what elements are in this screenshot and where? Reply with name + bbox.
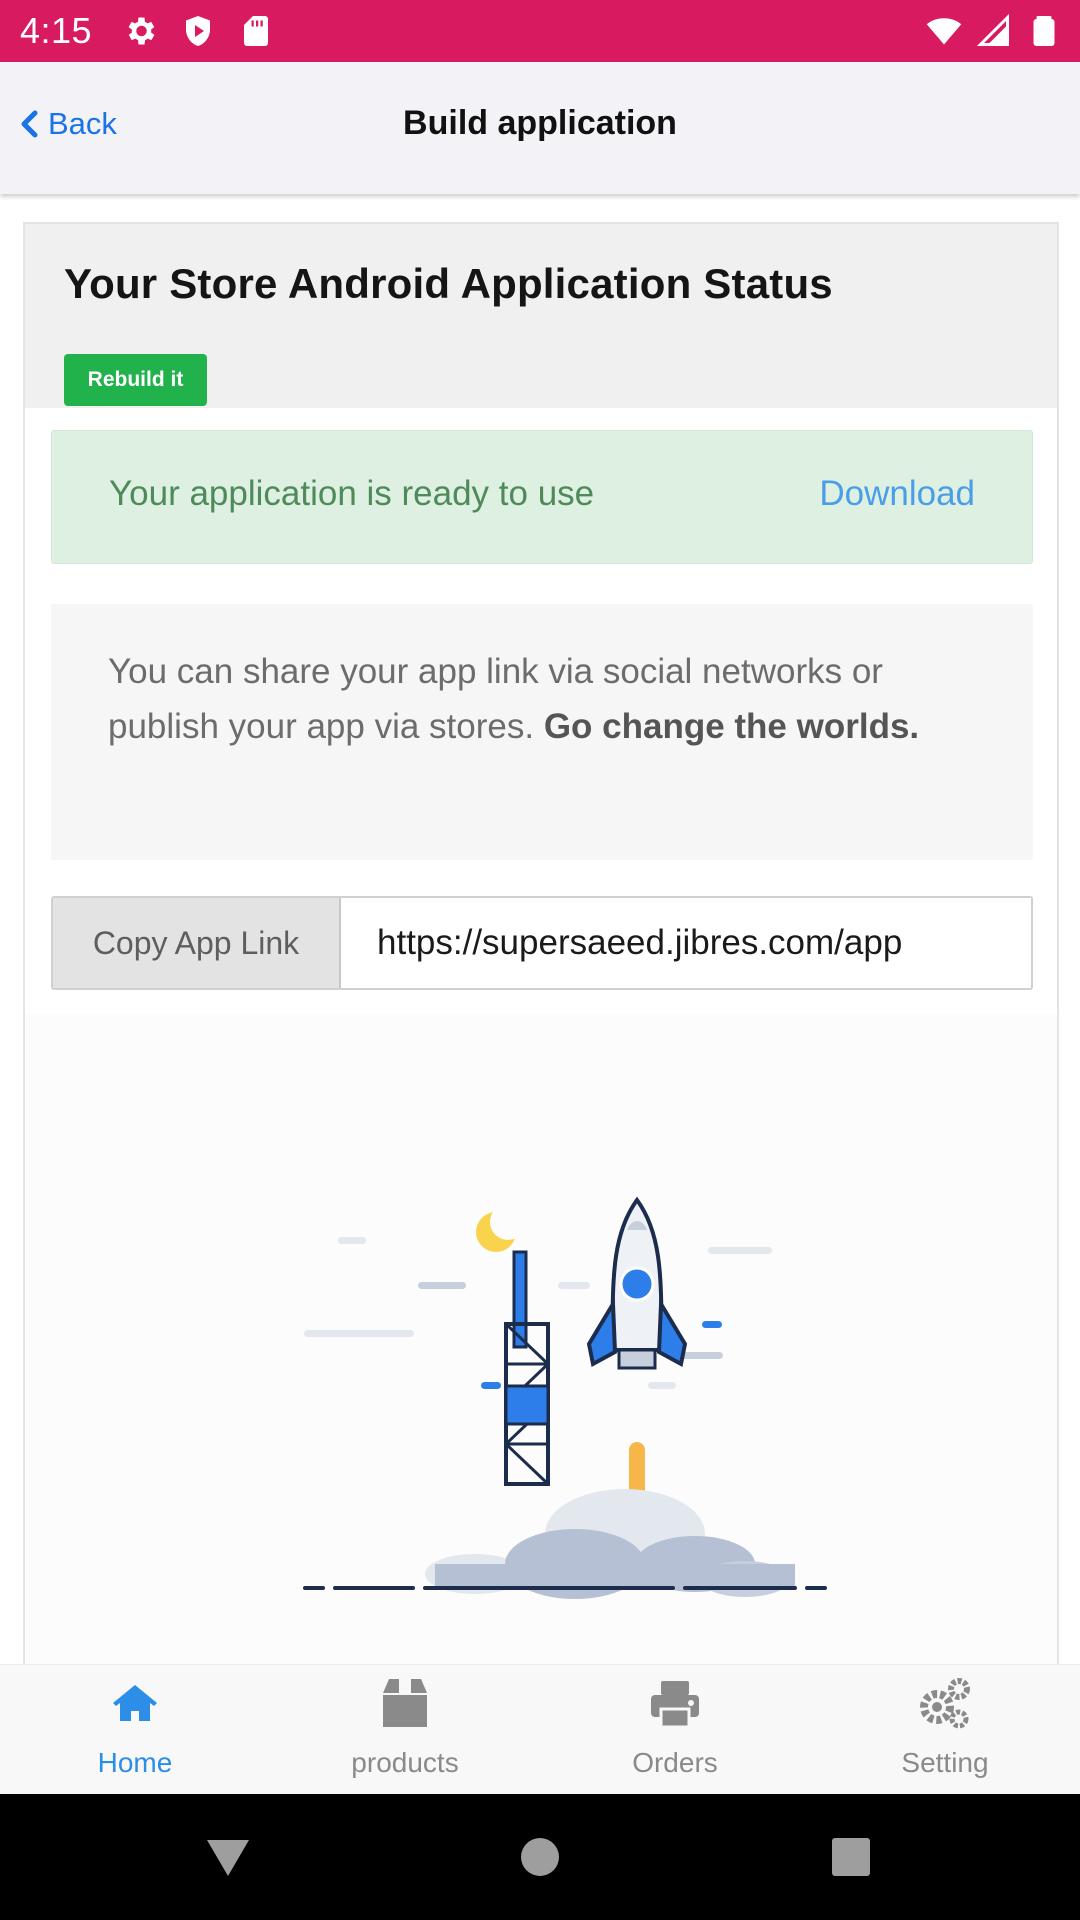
box-icon [383,1679,427,1727]
card-title: Your Store Android Application Status [64,260,833,307]
download-link[interactable]: Download [819,474,975,514]
nav-home[interactable]: Home [0,1665,270,1794]
wifi-icon [926,18,962,45]
bottom-navigation: Home products Orders Setting [0,1664,1080,1794]
system-navigation-bar [0,1794,1080,1920]
home-circle-icon[interactable] [515,1832,565,1882]
copy-app-link-button[interactable]: Copy App Link [53,898,341,988]
shield-play-icon [186,16,210,46]
nav-label-orders: Orders [632,1747,718,1778]
gears-icon [920,1678,970,1729]
nav-orders[interactable]: Orders [540,1665,810,1794]
app-link-field[interactable] [341,898,1031,988]
signal-icon [976,13,1009,46]
recents-square-icon[interactable] [826,1832,876,1882]
app-header: Back Build application [0,62,1080,194]
battery-icon [1033,16,1055,46]
ready-alert: Your application is ready to use Downloa… [51,430,1033,564]
alert-message: Your application is ready to use [109,474,595,513]
sd-card-icon [244,16,268,46]
rebuild-button[interactable]: Rebuild it [64,354,207,406]
printer-icon [651,1681,699,1729]
main-content[interactable]: Your Store Android Application Status Re… [0,194,1080,1664]
card-header: Your Store Android Application Status Re… [25,224,1057,408]
share-info-box: You can share your app link via social n… [51,604,1033,860]
gear-icon [128,17,155,45]
status-time: 4:15 [20,10,93,51]
nav-label-setting: Setting [901,1747,989,1778]
nav-label-home: Home [97,1747,173,1778]
back-triangle-icon[interactable] [203,1832,253,1882]
rocket-launch-illustration [303,1196,827,1599]
nav-label-products: products [351,1747,459,1778]
app-status-card: Your Store Android Application Status Re… [23,222,1059,1664]
illustration-area [25,1014,1057,1664]
home-icon [113,1685,157,1721]
copy-link-group: Copy App Link [51,896,1033,990]
status-right-icons [926,13,1062,49]
status-bar: 4:15 [0,0,1080,62]
share-text: You can share your app link via social n… [108,644,988,754]
nav-products[interactable]: products [270,1665,540,1794]
page-title: Build application [403,104,677,142]
nav-setting[interactable]: Setting [810,1665,1080,1794]
share-emphasis: Go change the worlds. [543,707,920,746]
status-left-icons [122,13,274,49]
